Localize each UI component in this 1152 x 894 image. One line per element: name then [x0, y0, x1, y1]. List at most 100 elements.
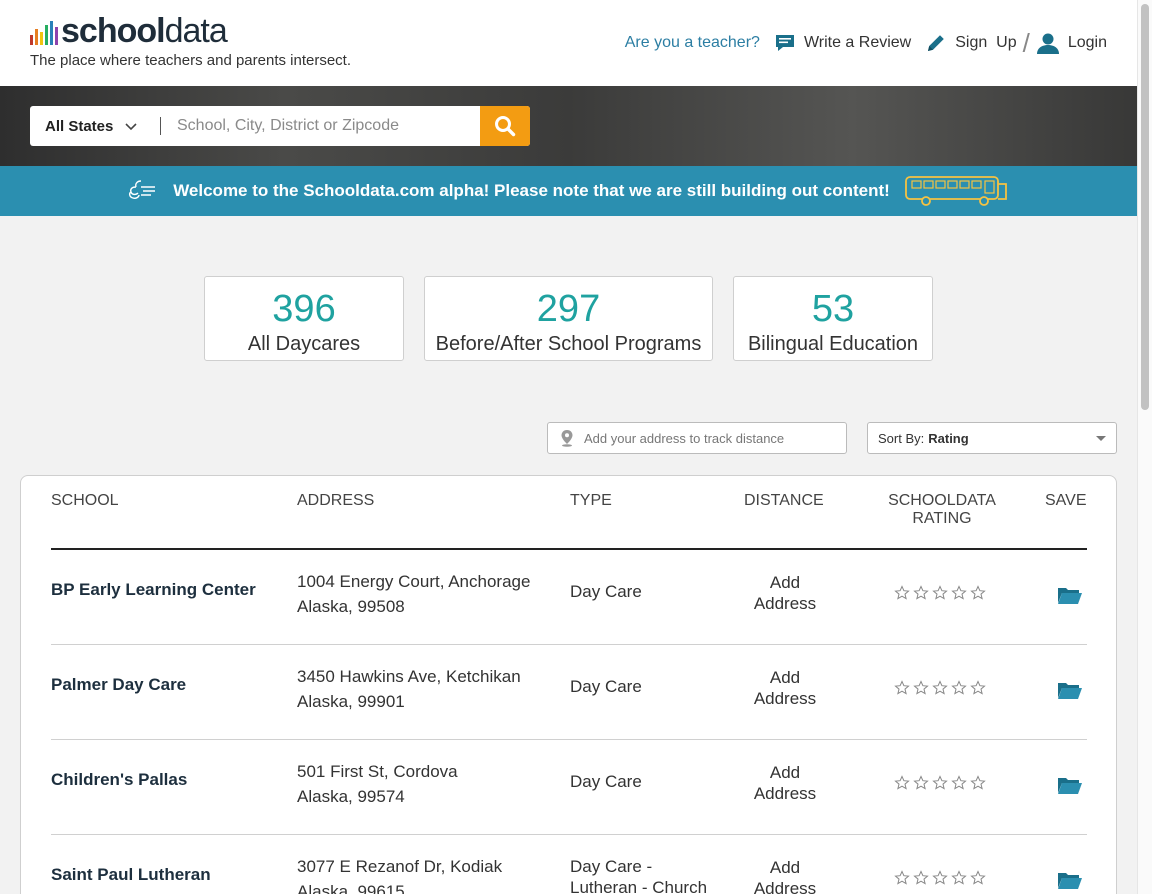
state-dropdown[interactable]: All States	[30, 106, 160, 146]
header-rating-line1: SCHOOLDATA	[888, 492, 996, 509]
type-line1: Day Care	[570, 582, 642, 601]
write-review-label: Write a Review	[803, 34, 912, 51]
star-outline-icon	[970, 585, 986, 601]
header-rating[interactable]: SCHOOLDATA RATING	[883, 492, 1001, 528]
pencil-icon	[925, 32, 947, 54]
rating-stars	[894, 585, 986, 601]
table-row: Palmer Day Care 3450 Hawkins Ave, Ketchi…	[51, 645, 1087, 740]
address-line2: Alaska, 99508	[297, 597, 405, 616]
school-name-link[interactable]: Children's Pallas	[51, 768, 187, 792]
search-button[interactable]	[480, 106, 530, 146]
school-bus-icon	[904, 174, 1010, 208]
top-navigation: Are you a teacher? Write a Review Sign U…	[625, 28, 1107, 58]
add-address-link[interactable]: Add Address	[745, 572, 825, 614]
logo-text-light: data	[164, 12, 228, 50]
address-input[interactable]	[584, 430, 834, 446]
user-icon	[1036, 31, 1060, 55]
stat-card-bilingual[interactable]: 53 Bilingual Education	[733, 276, 933, 361]
logo-text-bold: school	[61, 12, 166, 50]
rating-stars	[894, 870, 986, 886]
save-button[interactable]	[1057, 774, 1083, 803]
distance-line2: Address	[753, 784, 817, 803]
search-form: All States	[30, 106, 530, 146]
distance-line2: Address	[753, 879, 817, 894]
sign-up-link[interactable]: Sign Up	[925, 32, 1017, 54]
scrollbar-thumb[interactable]	[1141, 4, 1149, 410]
header-distance[interactable]: DISTANCE	[744, 492, 824, 510]
school-address: 501 First St, Cordova Alaska, 99574	[297, 759, 458, 809]
folder-icon	[1057, 679, 1083, 701]
school-address: 3077 E Rezanof Dr, Kodiak Alaska, 99615	[297, 854, 502, 894]
stat-label: Bilingual Education	[747, 333, 919, 355]
add-address-link[interactable]: Add Address	[745, 857, 825, 894]
distance-line1: Add	[769, 573, 801, 592]
add-address-link[interactable]: Add Address	[745, 667, 825, 709]
school-name-link[interactable]: Saint Paul Lutheran	[51, 863, 211, 887]
stat-count: 53	[811, 288, 855, 330]
distance-line2: Address	[753, 689, 817, 708]
sort-dropdown[interactable]: Sort By: Rating	[867, 422, 1117, 454]
type-line1: Day Care	[570, 772, 642, 791]
star-outline-icon	[970, 775, 986, 791]
school-address: 1004 Energy Court, Anchorage Alaska, 9950…	[297, 569, 530, 619]
caret-down-icon	[1096, 436, 1106, 441]
distance-line1: Add	[769, 858, 801, 877]
site-logo[interactable]: schooldata	[30, 12, 228, 50]
welcome-banner: Welcome to the Schooldata.com alpha! Ple…	[0, 166, 1137, 216]
login-link[interactable]: Login	[1036, 31, 1107, 55]
header-school[interactable]: SCHOOL	[51, 492, 119, 510]
vertical-scrollbar[interactable]	[1137, 0, 1152, 894]
star-outline-icon	[894, 680, 910, 696]
sort-prefix: Sort By:	[878, 430, 925, 446]
star-outline-icon	[913, 775, 929, 791]
table-row: Saint Paul Lutheran 3077 E Rezanof Dr, K…	[51, 835, 1087, 894]
address-line2: Alaska, 99574	[297, 787, 405, 806]
wind-swirl-icon	[127, 178, 159, 204]
header-rating-line2: RATING	[912, 510, 972, 527]
bar-chart-logo-icon	[30, 18, 58, 48]
distance-line1: Add	[769, 668, 801, 687]
star-outline-icon	[894, 870, 910, 886]
write-review-link[interactable]: Write a Review	[774, 32, 911, 54]
teacher-link[interactable]: Are you a teacher?	[625, 34, 760, 52]
header-save: SAVE	[1045, 492, 1087, 509]
sign-up-label: Sign Up	[955, 34, 1017, 51]
star-outline-icon	[913, 585, 929, 601]
header-address[interactable]: ADDRESS	[297, 492, 374, 510]
save-button[interactable]	[1057, 584, 1083, 613]
sort-value: Rating	[928, 430, 969, 446]
stat-card-daycares[interactable]: 396 All Daycares	[204, 276, 404, 361]
address-line2: Alaska, 99901	[297, 692, 405, 711]
save-button[interactable]	[1057, 869, 1083, 894]
address-line1: 501 First St, Cordova	[297, 762, 458, 781]
add-address-link[interactable]: Add Address	[745, 762, 825, 804]
magnifier-icon	[494, 115, 516, 137]
search-input[interactable]	[161, 106, 480, 146]
header-type[interactable]: TYPE	[570, 492, 612, 510]
nav-divider: /	[1022, 28, 1030, 58]
logo-bar	[40, 32, 43, 45]
school-name-link[interactable]: BP Early Learning Center	[51, 578, 256, 602]
stat-label: All Daycares	[247, 333, 361, 355]
results-table: SCHOOL ADDRESS TYPE DISTANCE SCHOOLDATA …	[20, 475, 1117, 894]
address-line1: 3077 E Rezanof Dr, Kodiak	[297, 857, 503, 876]
star-outline-icon	[913, 870, 929, 886]
login-label: Login	[1067, 34, 1107, 51]
distance-line2: Address	[753, 594, 817, 613]
school-type: Day Care	[570, 771, 642, 792]
folder-icon	[1057, 584, 1083, 606]
stat-card-before-after-school[interactable]: 297 Before/After School Programs	[424, 276, 713, 361]
school-name-link[interactable]: Palmer Day Care	[51, 673, 186, 697]
rating-stars	[894, 680, 986, 696]
folder-icon	[1057, 774, 1083, 796]
star-outline-icon	[894, 775, 910, 791]
star-outline-icon	[951, 680, 967, 696]
star-outline-icon	[932, 680, 948, 696]
logo-bar	[50, 21, 53, 45]
site-header: schooldata The place where teachers and …	[0, 0, 1137, 86]
table-header: SCHOOL ADDRESS TYPE DISTANCE SCHOOLDATA …	[51, 492, 1087, 550]
save-button[interactable]	[1057, 679, 1083, 708]
folder-icon	[1057, 869, 1083, 891]
distance-line1: Add	[769, 763, 801, 782]
logo-bar	[55, 27, 58, 45]
